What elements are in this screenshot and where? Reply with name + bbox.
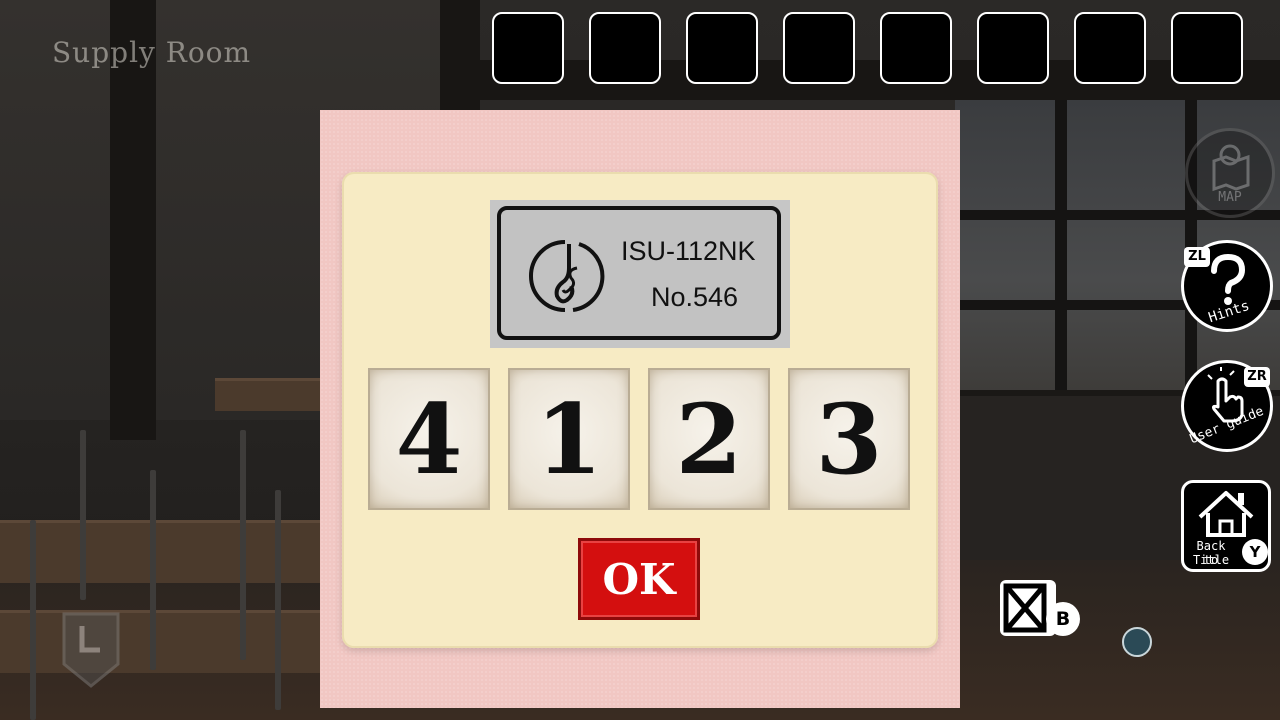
inventory-slot[interactable]	[783, 12, 855, 84]
digit-dial-2[interactable]: 1	[508, 368, 630, 510]
chair-leg	[150, 470, 156, 670]
inventory-bar	[492, 12, 1243, 84]
b-key-badge: B	[1046, 602, 1080, 636]
digit-dial-3[interactable]: 2	[648, 368, 770, 510]
desk	[215, 378, 325, 411]
desk	[0, 610, 320, 673]
map-label: MAP	[1218, 190, 1242, 205]
cursor-indicator	[1122, 627, 1152, 657]
y-key-badge: Y	[1242, 539, 1268, 565]
chair-leg	[275, 490, 281, 710]
hints-button[interactable]: ZL Hints	[1181, 240, 1273, 332]
chair-leg	[240, 430, 246, 660]
inventory-slot[interactable]	[977, 12, 1049, 84]
user-guide-button[interactable]: ZR User guide	[1181, 360, 1273, 452]
inventory-slot[interactable]	[880, 12, 952, 84]
nameplate-border: ISU-112NK No.546	[497, 206, 781, 340]
window-mullion	[1055, 100, 1067, 400]
lock-serial-number: No.546	[651, 282, 739, 312]
inventory-slot[interactable]	[492, 12, 564, 84]
combination-lock-panel: ISU-112NK No.546 4 1 2 3 OK	[320, 110, 960, 708]
digit-dial-1[interactable]: 4	[368, 368, 490, 510]
room-title: Supply Room	[52, 36, 252, 69]
back-to-title-label-line2: Title	[1192, 553, 1230, 567]
inventory-slot[interactable]	[1074, 12, 1146, 84]
back-to-title-button[interactable]: Back to Title Y	[1181, 480, 1271, 572]
inventory-slot[interactable]	[1171, 12, 1243, 84]
inventory-slot[interactable]	[686, 12, 758, 84]
manufacturer-logo-icon	[529, 240, 605, 312]
lock-nameplate: ISU-112NK No.546	[490, 200, 790, 348]
home-icon	[1198, 491, 1254, 537]
lock-inner-panel: ISU-112NK No.546 4 1 2 3 OK	[342, 172, 938, 648]
desk	[0, 520, 320, 583]
lock-model: ISU-112NK	[621, 236, 756, 266]
map-button[interactable]: MAP	[1185, 128, 1275, 218]
digit-row: 4 1 2 3	[368, 368, 910, 510]
ok-button[interactable]: OK	[578, 538, 700, 620]
chair-leg	[80, 430, 86, 600]
digit-dial-4[interactable]: 3	[788, 368, 910, 510]
chair-leg	[30, 520, 36, 720]
close-button[interactable]: B	[1000, 580, 1080, 636]
inventory-slot[interactable]	[589, 12, 661, 84]
l-button-arrow-icon[interactable]	[60, 610, 122, 688]
